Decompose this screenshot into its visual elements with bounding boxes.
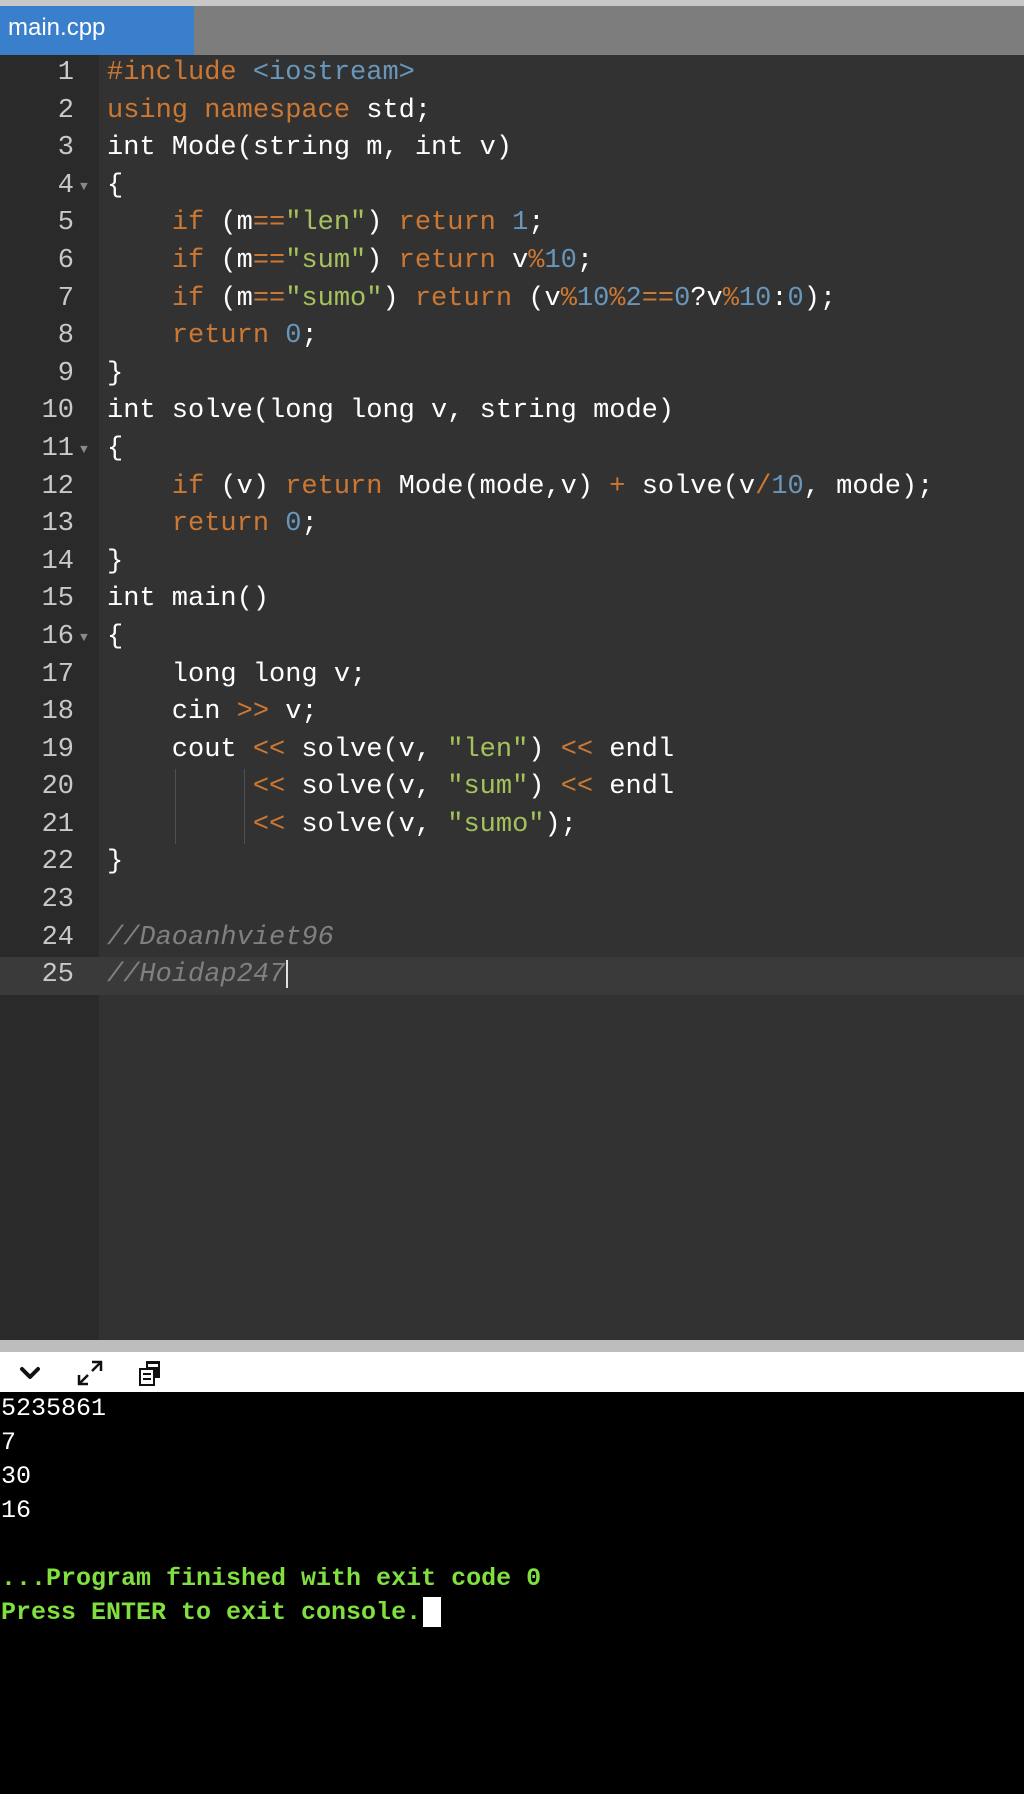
code-text: if (m=="sum") return v%10; (171, 245, 594, 276)
code-text: cout << solve(v, "len") << endl (107, 734, 675, 765)
code-line-18: 18 cin >> v; (0, 694, 1024, 732)
code-line-8: 8 return 0; (0, 318, 1024, 356)
code-line-1: 1 #include <iostream> (0, 55, 1024, 93)
text-caret (286, 960, 289, 989)
program-finished-message: ...Program finished with exit code 0 (1, 1564, 542, 1593)
code-text: return 0; (171, 321, 318, 352)
fold-toggle-icon[interactable]: ▼ (80, 431, 88, 469)
code-line-5: 5 if (m=="len") return 1; (0, 205, 1024, 243)
line-number: 2 (57, 95, 74, 126)
copy-icon[interactable] (135, 1358, 165, 1388)
console-output[interactable]: 5235861 7 30 16 ...Program finished with… (0, 1392, 1024, 1794)
line-number: 5 (57, 208, 74, 239)
line-number: 7 (57, 283, 74, 314)
line-number: 24 (41, 922, 74, 953)
tab-main-cpp[interactable]: main.cpp (0, 6, 194, 55)
line-number: 16 (41, 621, 74, 652)
line-number: 13 (41, 509, 74, 540)
line-number: 14 (41, 546, 74, 577)
code-text: int main() (107, 584, 270, 615)
code-line-12: 12 if (v) return Mode(mode,v) + solve(v/… (0, 469, 1024, 507)
code-line-15: 15 int main() (0, 581, 1024, 619)
press-enter-message: Press ENTER to exit console. (0, 1596, 1024, 1630)
code-text: //Daoanhviet96 (107, 922, 334, 953)
code-text: #include <iostream> (107, 58, 415, 88)
fold-toggle-icon[interactable]: ▼ (80, 619, 88, 657)
code-text: } (107, 546, 124, 577)
code-text: cin >> v; (107, 697, 318, 728)
tab-bar: main.cpp (0, 6, 1024, 55)
code-line-2: 2 using namespace std; (0, 93, 1024, 131)
line-number: 18 (41, 697, 74, 728)
code-line-23: 23 (0, 882, 1024, 920)
fold-toggle-icon[interactable]: ▼ (80, 168, 88, 206)
code-text: << solve(v, "sumo"); (252, 809, 577, 840)
line-number: 23 (41, 885, 74, 916)
press-enter-text: Press ENTER to exit console. (1, 1598, 422, 1627)
line-number: 6 (57, 245, 74, 276)
code-text: if (m=="len") return 1; (171, 208, 545, 239)
code-line-10: 10 int solve(long long v, string mode) (0, 393, 1024, 431)
console-output-line: 16 (1, 1496, 32, 1525)
code-lines: 1 #include <iostream> 2 using namespace … (0, 55, 1024, 995)
console-cursor (423, 1597, 442, 1628)
code-line-7: 7 if (m=="sumo") return (v%10%2==0?v%10:… (0, 281, 1024, 319)
line-number: 19 (41, 734, 74, 765)
code-text: return 0; (171, 509, 318, 540)
code-text: int solve(long long v, string mode) (107, 396, 675, 427)
console-resize-bar[interactable] (0, 1340, 1024, 1352)
code-line-11: 11 ▼ { (0, 431, 1024, 469)
line-number: 11 (41, 433, 74, 464)
line-number: 20 (41, 772, 74, 803)
line-number: 9 (57, 358, 74, 389)
code-line-14: 14 } (0, 544, 1024, 582)
code-line-25: 25 //Hoidap247 (0, 957, 1024, 995)
code-line-22: 22 } (0, 844, 1024, 882)
code-line-24: 24 //Daoanhviet96 (0, 920, 1024, 958)
console-output-line: 30 (1, 1462, 32, 1491)
code-text: using namespace std; (107, 95, 432, 126)
code-text: long long v; (107, 659, 367, 690)
line-number: 17 (41, 659, 74, 690)
code-line-4: 4 ▼ { (0, 168, 1024, 206)
code-text: { (107, 433, 124, 464)
line-number: 22 (41, 847, 74, 878)
code-line-20: 20 << solve(v, "sum") << endl (0, 769, 1024, 807)
code-editor[interactable]: 1 #include <iostream> 2 using namespace … (0, 55, 1024, 1340)
code-text: if (m=="sumo") return (v%10%2==0?v%10:0)… (171, 283, 837, 314)
code-line-6: 6 if (m=="sum") return v%10; (0, 243, 1024, 281)
line-number: 15 (41, 584, 74, 615)
code-line-13: 13 return 0; (0, 506, 1024, 544)
code-line-3: 3 int Mode(string m, int v) (0, 130, 1024, 168)
code-line-19: 19 cout << solve(v, "len") << endl (0, 732, 1024, 770)
line-number: 1 (57, 58, 74, 88)
code-text: } (107, 358, 124, 389)
line-number: 10 (41, 396, 74, 427)
line-number: 8 (57, 321, 74, 352)
code-text: //Hoidap247 (107, 957, 289, 995)
code-line-9: 9 } (0, 356, 1024, 394)
console-toolbar (0, 1352, 1024, 1392)
code-text: { (107, 170, 124, 201)
line-number: 12 (41, 471, 74, 502)
code-text: { (107, 621, 124, 652)
code-line-21: 21 << solve(v, "sumo"); (0, 806, 1024, 845)
code-text: if (v) return Mode(mode,v) + solve(v/10,… (171, 471, 934, 502)
console-input-line: 5235861 (1, 1394, 107, 1423)
line-number: 3 (57, 133, 74, 164)
line-number: 21 (41, 809, 74, 840)
code-text: } (107, 847, 124, 878)
code-text: << solve(v, "sum") << endl (252, 772, 675, 803)
line-number: 4 (57, 170, 74, 201)
chevron-down-icon[interactable] (15, 1358, 45, 1388)
code-line-17: 17 long long v; (0, 657, 1024, 695)
console-output-line: 7 (1, 1428, 17, 1457)
code-text: int Mode(string m, int v) (107, 133, 513, 164)
code-line-16: 16 ▼ { (0, 619, 1024, 657)
line-number: 25 (0, 957, 74, 995)
expand-icon[interactable] (75, 1358, 105, 1388)
